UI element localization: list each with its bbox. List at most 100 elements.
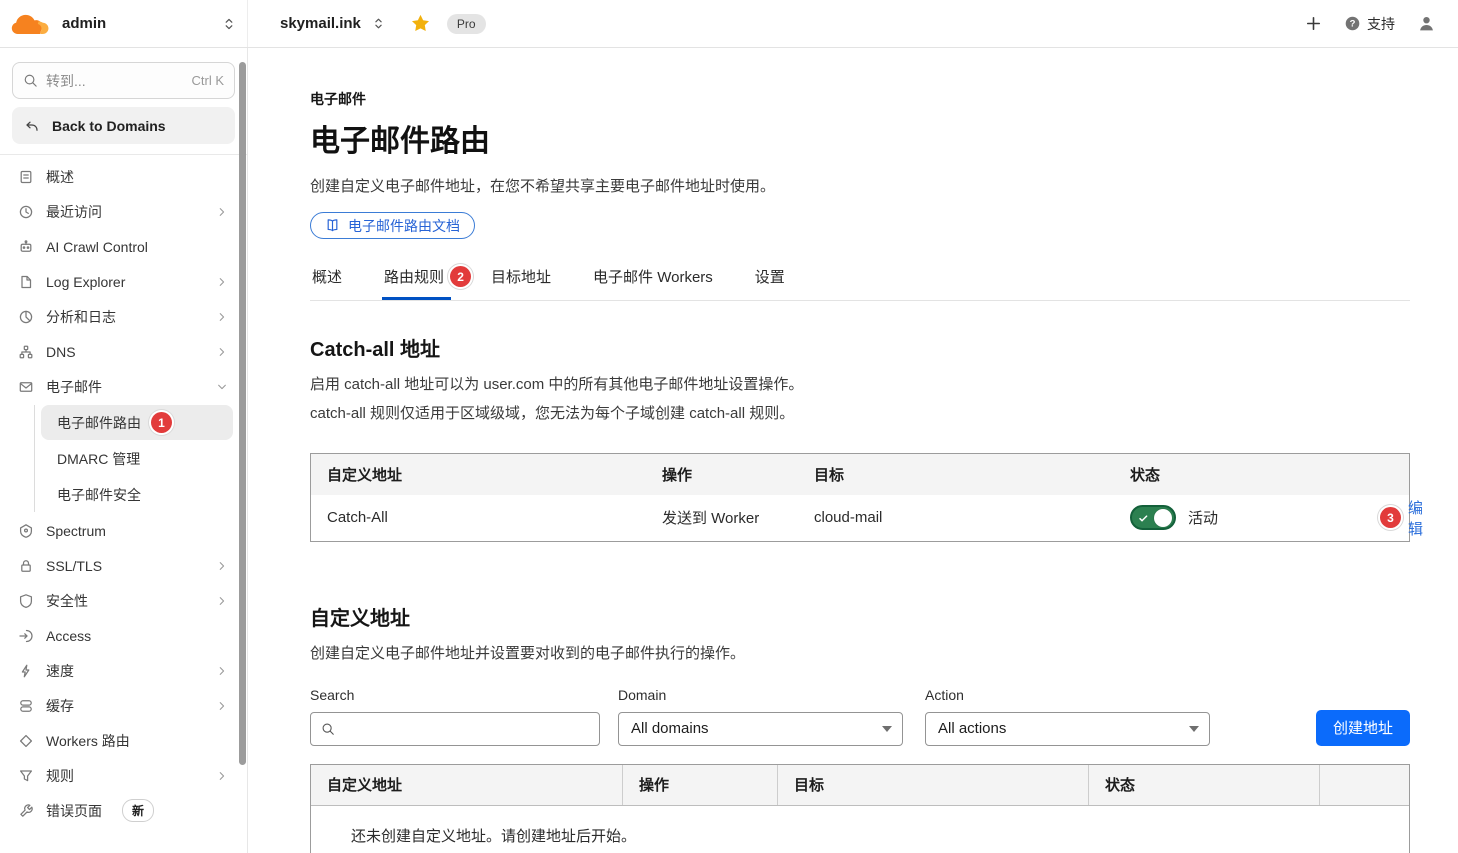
sidebar-item-email-security[interactable]: 电子邮件安全 [41, 477, 233, 512]
back-to-domains-button[interactable]: Back to Domains [12, 107, 235, 144]
chevron-right-icon [215, 345, 229, 359]
main-content: 电子邮件 电子邮件路由 创建自定义电子邮件地址，在您不希望共享主要电子邮件地址时… [248, 48, 1458, 853]
sidebar-item-spectrum[interactable]: Spectrum [12, 513, 235, 548]
sidebar-item-ai-crawl-control[interactable]: AI Crawl Control [12, 229, 235, 264]
domain-name: skymail.ink [280, 15, 361, 32]
sidebar-scrollbar[interactable] [239, 62, 246, 765]
tab-label: 概述 [312, 266, 342, 287]
search-shortcut: Ctrl K [192, 73, 225, 88]
catch-all-status-toggle[interactable] [1130, 505, 1176, 530]
search-icon [23, 73, 38, 88]
status-label: 活动 [1188, 507, 1218, 528]
topbar: admin skymail.ink Pro ? 支持 [0, 0, 1458, 48]
chevron-right-icon [215, 310, 229, 324]
tab-routing-rules[interactable]: 路由规则2 [382, 266, 451, 300]
sidebar-item-ssl-tls[interactable]: SSL/TLS [12, 548, 235, 583]
sidebar-item-error-pages[interactable]: 错误页面新 [12, 793, 235, 828]
dns-icon [18, 344, 34, 360]
toggle-knob [1154, 509, 1172, 527]
tab-overview[interactable]: 概述 [310, 266, 344, 300]
catch-all-header-0: 自定义地址 [311, 454, 646, 495]
sidebar-item-dmarc[interactable]: DMARC 管理 [41, 441, 233, 476]
action-filter-label: Action [925, 687, 1210, 703]
sidebar-item-label: 缓存 [46, 696, 74, 716]
empty-state-message: 还未创建自定义地址。请创建地址后开始。 [311, 806, 1409, 853]
sidebar-item-rules[interactable]: 规则 [12, 758, 235, 793]
chevron-right-icon [215, 594, 229, 608]
sidebar-item-label: DMARC 管理 [57, 449, 140, 469]
sidebar-item-label: 错误页面 [46, 801, 102, 821]
go-to-search-input[interactable]: 转到... Ctrl K [12, 62, 235, 99]
chevron-down-icon [215, 380, 229, 394]
domain-unfold-icon[interactable] [371, 16, 386, 31]
favorite-star-icon[interactable] [410, 13, 431, 34]
chevron-down-icon [1189, 726, 1199, 732]
sidebar-item-overview[interactable]: 概述 [12, 159, 235, 194]
action-select[interactable]: All actions [925, 712, 1210, 746]
tab-email-workers[interactable]: 电子邮件 Workers [591, 266, 715, 300]
new-badge: 新 [122, 799, 154, 822]
sidebar-item-label: 速度 [46, 661, 74, 681]
custom-addresses-header-3: 状态 [1088, 765, 1319, 805]
sidebar-item-email-routing[interactable]: 电子邮件路由1 [41, 405, 233, 440]
chevron-right-icon [215, 664, 229, 678]
sidebar-item-dns[interactable]: DNS [12, 334, 235, 369]
catch-all-heading: Catch-all 地址 [310, 333, 1410, 362]
robot-icon [18, 239, 34, 255]
sidebar-item-label: 电子邮件安全 [57, 485, 141, 505]
domain-select[interactable]: All domains [618, 712, 903, 746]
sidebar-item-access[interactable]: Access [12, 618, 235, 653]
shield-icon [18, 593, 34, 609]
chevron-down-icon [882, 726, 892, 732]
plan-badge: Pro [447, 14, 486, 34]
cloudflare-logo-icon [10, 12, 50, 36]
custom-addresses-header-1: 操作 [622, 765, 777, 805]
tab-label: 路由规则 [384, 266, 444, 287]
edit-catch-all-link[interactable]: 编辑 [1408, 497, 1423, 539]
sidebar-item-label: DNS [46, 344, 76, 360]
sidebar-item-label: 规则 [46, 766, 74, 786]
catch-all-table: 自定义地址操作目标状态 Catch-All 发送到 Worker cloud-m… [310, 453, 1410, 542]
email-icon [18, 379, 34, 395]
sidebar-item-workers-routes[interactable]: Workers 路由 [12, 723, 235, 758]
clock-icon [18, 204, 34, 220]
create-address-button[interactable]: 创建地址 [1316, 710, 1410, 746]
sidebar-item-email[interactable]: 电子邮件 [12, 369, 235, 404]
user-icon[interactable] [1417, 14, 1436, 33]
marker-badge-3: 3 [1380, 507, 1401, 528]
tab-settings[interactable]: 设置 [753, 266, 787, 300]
sidebar-item-security[interactable]: 安全性 [12, 583, 235, 618]
spectrum-icon [18, 523, 34, 539]
tabbar: 概述 路由规则2 目标地址 电子邮件 Workers 设置 [310, 266, 1410, 301]
custom-address-search-input[interactable] [341, 720, 589, 737]
svg-text:?: ? [1350, 19, 1356, 30]
help-icon: ? [1344, 15, 1361, 32]
sidebar-divider [0, 154, 247, 155]
custom-addresses-heading: 自定义地址 [310, 602, 1410, 631]
sidebar-item-log-explorer[interactable]: Log Explorer [12, 264, 235, 299]
sidebar-item-label: Workers 路由 [46, 731, 130, 751]
back-arrow-icon [24, 118, 40, 134]
analytics-icon [18, 309, 34, 325]
chevron-right-icon [215, 559, 229, 573]
sidebar-item-label: Access [46, 628, 91, 644]
chevron-right-icon [215, 769, 229, 783]
sidebar-item-analytics-logs[interactable]: 分析和日志 [12, 299, 235, 334]
catch-all-section: Catch-all 地址 启用 catch-all 地址可以为 user.com… [310, 333, 1410, 542]
account-switcher[interactable]: admin [0, 0, 248, 47]
wrench-icon [18, 803, 34, 819]
sidebar-item-label: 安全性 [46, 591, 88, 611]
chevron-right-icon [215, 699, 229, 713]
tab-destination-addresses[interactable]: 目标地址 [489, 266, 553, 300]
account-unfold-icon[interactable] [221, 16, 237, 32]
sidebar-item-speed[interactable]: 速度 [12, 653, 235, 688]
add-button[interactable] [1305, 15, 1322, 32]
catch-all-action-cell: 发送到 Worker [646, 495, 798, 541]
page-description: 创建自定义电子邮件地址，在您不希望共享主要电子邮件地址时使用。 [310, 175, 1410, 196]
email-routing-docs-button[interactable]: 电子邮件路由文档 [310, 212, 475, 239]
sidebar-item-cache[interactable]: 缓存 [12, 688, 235, 723]
sidebar-item-recent[interactable]: 最近访问 [12, 194, 235, 229]
sidebar-item-label: Log Explorer [46, 274, 125, 290]
catch-all-row: Catch-All 发送到 Worker cloud-mail 活动 3 编辑 [311, 495, 1409, 541]
support-menu[interactable]: ? 支持 [1344, 14, 1395, 34]
